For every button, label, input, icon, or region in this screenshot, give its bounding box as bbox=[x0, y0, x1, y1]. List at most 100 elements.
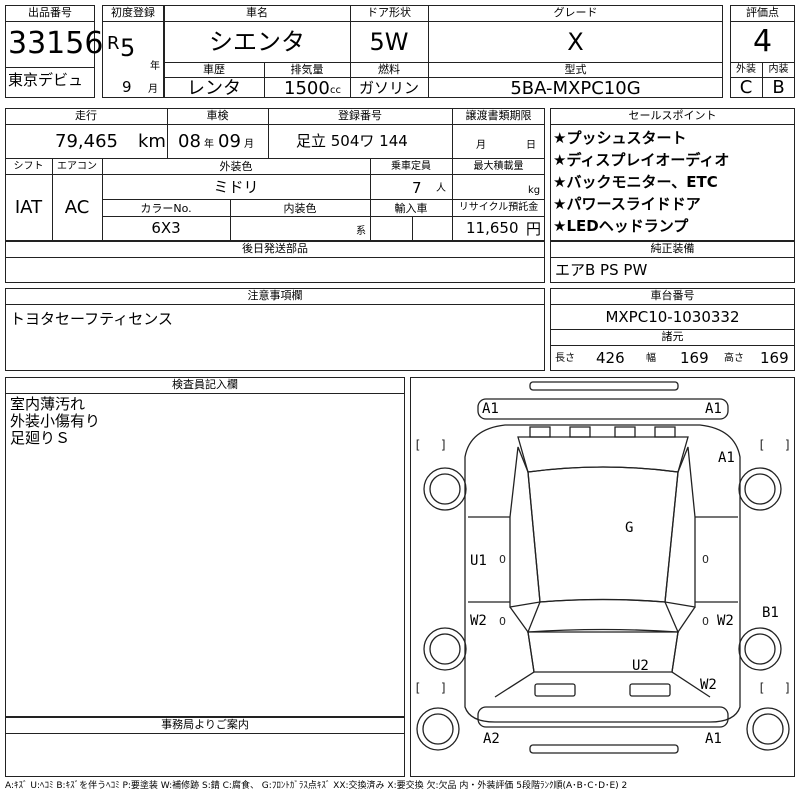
svg-text:[: [ bbox=[414, 681, 421, 695]
reg-label: 登録番号 bbox=[338, 109, 382, 122]
import-label: 輸入車 bbox=[394, 202, 428, 215]
insp-month-unit: 月 bbox=[244, 139, 254, 150]
svg-text:[: [ bbox=[414, 438, 421, 452]
lot-number: 33156 bbox=[8, 26, 104, 61]
insp-year-unit: 年 bbox=[204, 139, 214, 150]
fuel: ガソリン bbox=[358, 79, 419, 97]
car-diagram: [ ] [ ] [ ] [ ] 0 0 0 0 A1 A1A1GU1W2 W2 … bbox=[414, 381, 791, 754]
dimensions-label: 諸元 bbox=[661, 330, 684, 343]
inspector-label: 検査員記入欄 bbox=[172, 378, 238, 391]
svg-text:]: ] bbox=[440, 681, 447, 695]
svg-text:0: 0 bbox=[499, 615, 506, 628]
damage-mark: A1 bbox=[705, 731, 722, 747]
recycle-label: リサイクル預託金 bbox=[458, 202, 539, 213]
displacement-label: 排気量 bbox=[290, 63, 324, 76]
damage-mark: B1 bbox=[762, 605, 779, 621]
inspection-label: 車検 bbox=[206, 109, 229, 122]
color-label: 外装色 bbox=[219, 160, 253, 173]
width: 169 bbox=[680, 349, 709, 367]
shift: IAT bbox=[14, 197, 43, 218]
history: レンタ bbox=[187, 78, 241, 99]
era: R bbox=[107, 33, 120, 54]
svg-text:[: [ bbox=[758, 681, 765, 695]
interior-label: 内装 bbox=[768, 64, 789, 75]
inspector-line-3: 足廻りＳ bbox=[10, 429, 71, 447]
sales-point-5: ★LEDヘッドランプ bbox=[553, 217, 689, 235]
damage-mark: G bbox=[625, 520, 633, 536]
score-label: 評価点 bbox=[746, 6, 779, 19]
grade: X bbox=[567, 28, 584, 56]
mileage-label: 走行 bbox=[75, 109, 97, 122]
damage-mark: W2 bbox=[717, 613, 734, 629]
door-label: ドア形状 bbox=[367, 6, 411, 19]
interior-grade: B bbox=[772, 77, 785, 98]
inspector-line-2: 外装小傷有り bbox=[10, 412, 101, 430]
sales-point-1: ★プッシュスタート bbox=[553, 129, 687, 147]
damage-mark: A2 bbox=[483, 731, 500, 747]
reg-year: 5 bbox=[120, 34, 136, 62]
insp-month: 09 bbox=[218, 131, 241, 152]
recycle-unit: 円 bbox=[526, 220, 542, 238]
score: 4 bbox=[752, 24, 773, 59]
recycle-amount: 11,650 bbox=[466, 219, 519, 237]
svg-text:]: ] bbox=[440, 438, 447, 452]
capacity-label: 乗車定員 bbox=[391, 161, 431, 172]
month-unit: 月 bbox=[148, 84, 158, 95]
color: ミドリ bbox=[213, 178, 259, 196]
color-no-label: カラーNo. bbox=[140, 202, 192, 215]
mileage: 79,465 bbox=[55, 131, 118, 152]
displacement-unit: cc bbox=[330, 85, 341, 96]
load-unit: kg bbox=[528, 185, 541, 196]
sales-point-3: ★バックモニター、ETC bbox=[553, 173, 718, 191]
car-name: シエンタ bbox=[209, 28, 305, 56]
door: 5W bbox=[369, 28, 409, 56]
sales-point-4: ★パワースライドドア bbox=[553, 195, 701, 213]
svg-text:[: [ bbox=[758, 438, 765, 452]
history-label: 車歴 bbox=[203, 63, 225, 76]
width-label: 幅 bbox=[646, 353, 656, 364]
notes-label: 注意事項欄 bbox=[247, 289, 303, 302]
transfer-day-unit: 日 bbox=[526, 140, 536, 151]
legend: A:ｷｽﾞ U:ﾍｺﾐ B:ｷｽﾞを伴うﾍｺﾐ P:要塗装 W:補修跡 S:錆 … bbox=[5, 781, 628, 791]
length: 426 bbox=[596, 349, 625, 367]
later-parts-label: 後日発送部品 bbox=[242, 242, 308, 255]
damage-mark: A1 bbox=[718, 450, 735, 466]
exterior-grade: C bbox=[739, 77, 753, 98]
reg-number: 足立 504ワ 144 bbox=[296, 132, 408, 150]
transfer-month-unit: 月 bbox=[476, 140, 486, 151]
damage-mark: U1 bbox=[470, 553, 487, 569]
equipment-label: 純正装備 bbox=[650, 242, 695, 255]
shift-label: シフト bbox=[13, 161, 44, 172]
chassis-label: 車台番号 bbox=[650, 289, 695, 302]
equipment: エアB PS PW bbox=[555, 261, 648, 279]
exterior-label: 外装 bbox=[736, 64, 756, 75]
damage-mark: A1 bbox=[705, 401, 722, 417]
first-reg-label: 初度登録 bbox=[111, 6, 155, 19]
svg-text:0: 0 bbox=[702, 615, 709, 628]
ac: AC bbox=[64, 197, 90, 218]
grade-label: グレード bbox=[553, 6, 598, 19]
transfer-label: 譲渡書類期限 bbox=[465, 109, 532, 122]
model: 5BA-MXPC10G bbox=[510, 78, 641, 99]
insp-year: 08 bbox=[178, 131, 201, 152]
damage-mark: W2 bbox=[700, 677, 717, 693]
sales-points-label: セールスポイント bbox=[628, 109, 717, 122]
capacity-unit: 人 bbox=[436, 183, 446, 194]
sales-point-2: ★ディスプレイオーディオ bbox=[553, 151, 730, 169]
load-label: 最大積載量 bbox=[473, 161, 524, 172]
model-label: 型式 bbox=[564, 63, 587, 76]
inspector-line-1: 室内薄汚れ bbox=[10, 395, 86, 413]
mileage-unit: km bbox=[138, 131, 166, 152]
svg-text:0: 0 bbox=[702, 553, 709, 566]
chassis-number: MXPC10-1030332 bbox=[605, 308, 740, 326]
debut-label: 東京デビュ bbox=[8, 71, 84, 89]
capacity: 7 bbox=[412, 179, 422, 197]
svg-text:]: ] bbox=[784, 438, 791, 452]
reg-month: 9 bbox=[122, 78, 132, 96]
height: 169 bbox=[760, 349, 789, 367]
damage-mark: A1 bbox=[482, 401, 499, 417]
length-label: 長さ bbox=[555, 353, 575, 364]
int-color-label: 内装色 bbox=[283, 202, 317, 215]
year-unit: 年 bbox=[150, 61, 160, 72]
svg-text:0: 0 bbox=[499, 553, 506, 566]
